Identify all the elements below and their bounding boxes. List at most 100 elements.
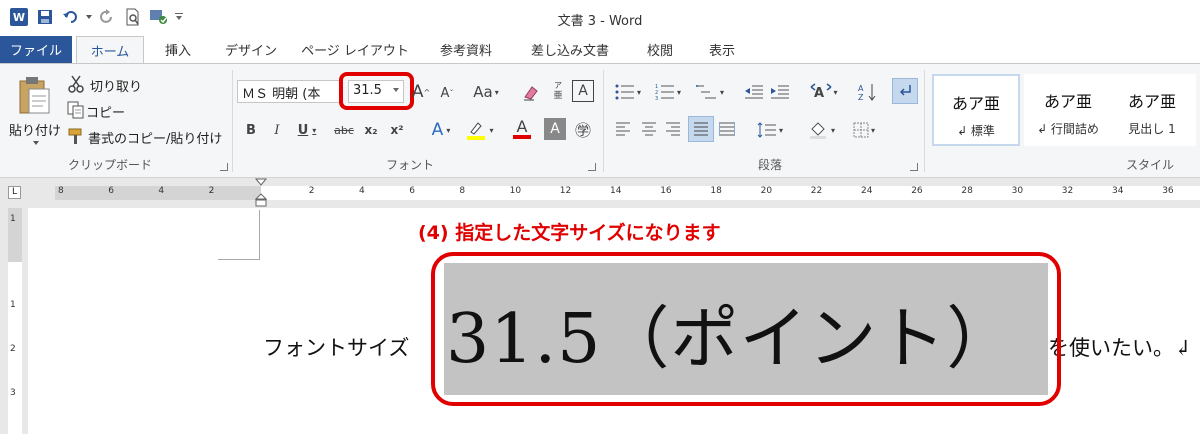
- shrink-font-icon[interactable]: Aˇ: [436, 82, 458, 104]
- ruler-tick-label: 20: [760, 186, 773, 196]
- paragraph-launcher-icon[interactable]: [910, 163, 918, 171]
- enclose-characters-icon[interactable]: ㊫: [572, 118, 594, 140]
- group-separator: [232, 70, 233, 172]
- tab-home[interactable]: ホーム: [76, 36, 144, 63]
- change-case-icon[interactable]: Aa ▾: [468, 80, 504, 104]
- tab-review[interactable]: 校閲: [632, 36, 688, 63]
- tab-file[interactable]: ファイル: [0, 36, 72, 63]
- font-launcher-icon[interactable]: [588, 163, 596, 171]
- tab-mailings[interactable]: 差し込み文書: [516, 36, 624, 63]
- shading-icon[interactable]: ▾: [804, 118, 840, 142]
- vruler-tick: 3: [10, 388, 16, 398]
- italic-icon[interactable]: I: [266, 118, 288, 142]
- ruler-tick-label: 6: [108, 186, 114, 196]
- bullets-icon[interactable]: ▾: [610, 80, 646, 104]
- styles-gallery: あア亜 ↲ 標準 あア亜 ↲ 行間詰め あア亜 見出し 1: [930, 74, 1200, 148]
- annotation-text: (4) 指定した文字サイズになります: [418, 222, 721, 244]
- align-right-icon[interactable]: [662, 118, 684, 140]
- paragraph-group-label: 段落: [757, 158, 782, 172]
- justify-icon[interactable]: [688, 116, 714, 142]
- underline-icon[interactable]: U ▾: [290, 118, 324, 142]
- subscript-icon[interactable]: x₂: [360, 118, 382, 142]
- borders-icon[interactable]: ▾: [846, 118, 882, 142]
- copy-icon[interactable]: [66, 100, 86, 120]
- highlight-color-icon[interactable]: ▾: [462, 118, 498, 142]
- svg-text:A: A: [858, 84, 864, 93]
- paste-icon[interactable]: [14, 74, 54, 118]
- distributed-icon[interactable]: [716, 118, 738, 140]
- style-heading-1[interactable]: あア亜 見出し 1: [1108, 74, 1196, 146]
- ruler-tick-label: 2: [208, 186, 215, 196]
- format-painter-label[interactable]: 書式のコピー/貼り付け: [88, 128, 222, 147]
- cut-label[interactable]: 切り取り: [90, 76, 142, 95]
- tab-insert[interactable]: 挿入: [150, 36, 206, 63]
- ruler-tick-label: 12: [559, 186, 572, 196]
- svg-text:A: A: [814, 86, 824, 101]
- vertical-ruler[interactable]: 1 1 2 3: [0, 208, 28, 434]
- clear-formatting-icon[interactable]: [520, 80, 542, 104]
- character-border-icon[interactable]: A: [572, 80, 594, 102]
- show-paragraph-marks-icon[interactable]: [892, 78, 918, 104]
- copy-label[interactable]: コピー: [86, 102, 125, 121]
- style-normal[interactable]: あア亜 ↲ 標準: [932, 74, 1020, 146]
- tab-selector[interactable]: L: [8, 186, 21, 199]
- ruler-tick-label: 30: [1011, 186, 1024, 196]
- selection-highlight-frame: [431, 252, 1061, 406]
- character-shading-icon[interactable]: A: [544, 118, 566, 140]
- superscript-icon[interactable]: x²: [386, 118, 408, 142]
- tab-page-layout[interactable]: ページ レイアウト: [296, 36, 414, 63]
- ruler-tick-label: 14: [610, 186, 622, 196]
- clipboard-group-label: クリップボード: [67, 158, 152, 172]
- style-no-spacing[interactable]: あア亜 ↲ 行間詰め: [1024, 74, 1112, 146]
- paste-dropdown-icon[interactable]: [30, 138, 42, 148]
- ruler-tick-label: 26: [911, 186, 923, 196]
- svg-text:Z: Z: [858, 93, 864, 101]
- horizontal-ruler[interactable]: L 8 6 4 2 2 4 6 8 10 12 14 16 18 20 22 24 26 28 30 32 34 36: [0, 178, 1200, 208]
- align-center-icon[interactable]: [638, 118, 660, 140]
- ribbon-home: 貼り付け 切り取り コピー 書式のコピー/貼り付け クリップボード ＭＳ 明朝 …: [0, 63, 1200, 178]
- ruler-tick-label: 32: [1061, 186, 1074, 196]
- title-bar: W 文書 3 - Word: [0, 0, 1200, 36]
- bold-icon[interactable]: B: [240, 118, 262, 142]
- ruler-tick-label: 4: [359, 186, 365, 196]
- ruler-tick-label: 10: [509, 186, 522, 196]
- font-color-icon[interactable]: A: [504, 116, 540, 142]
- strikethrough-icon[interactable]: abc: [330, 118, 358, 142]
- font-name-value: ＭＳ 明朝 (本: [242, 87, 321, 102]
- ribbon-tabs: ファイル ホーム 挿入 デザイン ページ レイアウト 参考資料 差し込み文書 校…: [0, 36, 1200, 63]
- tab-references[interactable]: 参考資料: [424, 36, 508, 63]
- font-group-label: フォント: [385, 158, 434, 172]
- indent-marker-icon[interactable]: [254, 178, 268, 208]
- grow-font-icon[interactable]: A ^: [410, 80, 432, 104]
- window-title: 文書 3 - Word: [557, 14, 643, 29]
- sort-icon[interactable]: AZ: [856, 80, 880, 104]
- ruler-tick-label: 18: [710, 186, 722, 196]
- tab-view[interactable]: 表示: [694, 36, 750, 63]
- paste-label[interactable]: 貼り付け: [9, 120, 61, 139]
- ruler-tick-label: 28: [961, 186, 973, 196]
- font-size-highlight: [339, 72, 414, 110]
- clipboard-launcher-icon[interactable]: [220, 163, 228, 171]
- document-text-after[interactable]: を使いたい。↲: [1048, 332, 1192, 362]
- increase-indent-icon[interactable]: [768, 80, 792, 104]
- ruler-tick-label: 6: [409, 186, 415, 196]
- format-painter-icon[interactable]: [66, 126, 86, 146]
- ruler-tick-label: 16: [660, 186, 672, 196]
- group-separator: [603, 70, 604, 172]
- align-left-icon[interactable]: [612, 118, 634, 140]
- cut-icon[interactable]: [66, 74, 86, 94]
- asian-layout-icon[interactable]: A ▾: [806, 80, 842, 104]
- styles-group-label: スタイル: [1125, 158, 1174, 172]
- text-effects-icon[interactable]: A ▾: [424, 118, 458, 142]
- document-text-before[interactable]: フォントサイズ: [263, 332, 409, 362]
- numbering-icon[interactable]: 1 2 3 ▾: [650, 80, 686, 104]
- font-name-combobox[interactable]: ＭＳ 明朝 (本: [237, 80, 340, 103]
- multilevel-list-icon[interactable]: ▾: [690, 80, 730, 104]
- decrease-indent-icon[interactable]: [742, 80, 766, 104]
- ruler-tick-label: 4: [158, 186, 165, 196]
- svg-text:3: 3: [655, 96, 658, 100]
- vruler-tick: 1: [10, 300, 16, 310]
- phonetic-guide-icon[interactable]: ア亜: [547, 78, 569, 104]
- line-spacing-icon[interactable]: ▾: [752, 118, 788, 142]
- tab-design[interactable]: デザイン: [214, 36, 288, 63]
